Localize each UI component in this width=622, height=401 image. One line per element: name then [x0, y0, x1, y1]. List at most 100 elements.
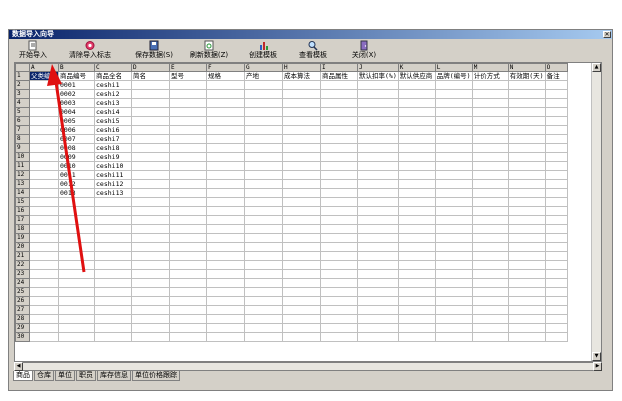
grid-cell[interactable] — [206, 233, 245, 243]
grid-cell[interactable] — [434, 278, 473, 288]
grid-cell[interactable] — [507, 188, 546, 198]
grid-cell[interactable] — [131, 161, 170, 171]
grid-cell[interactable] — [357, 134, 399, 144]
grid-cell[interactable] — [169, 116, 207, 126]
grid-cell[interactable] — [357, 224, 399, 234]
grid-cell[interactable] — [320, 125, 358, 135]
grid-cell[interactable] — [29, 224, 59, 234]
grid-cell[interactable] — [29, 305, 59, 315]
grid-cell[interactable] — [507, 314, 546, 324]
grid-cell[interactable] — [397, 233, 436, 243]
row-number[interactable]: 27 — [15, 305, 30, 315]
row-number[interactable]: 22 — [15, 260, 30, 270]
grid-cell[interactable]: 0003 — [58, 98, 95, 108]
grid-cell[interactable]: 默认供应商 — [397, 71, 436, 81]
toolbar-button-6[interactable]: 关闭(X) — [342, 39, 386, 61]
grid-cell[interactable] — [434, 80, 473, 90]
grid-cell[interactable] — [544, 80, 568, 90]
grid-cell[interactable] — [206, 143, 245, 153]
grid-cell[interactable] — [544, 170, 568, 180]
grid-cell[interactable] — [320, 233, 358, 243]
sheet-tab[interactable]: 商品 — [13, 371, 33, 381]
grid-cell[interactable] — [507, 260, 546, 270]
row-number[interactable]: 8 — [15, 134, 30, 144]
grid-cell[interactable]: ceshi7 — [94, 134, 132, 144]
grid-cell[interactable] — [206, 89, 245, 99]
grid-cell[interactable] — [94, 323, 132, 333]
grid-cell[interactable] — [544, 314, 568, 324]
grid-cell[interactable] — [131, 179, 170, 189]
grid-cell[interactable] — [94, 296, 132, 306]
grid-cell[interactable] — [282, 116, 321, 126]
grid-cell[interactable] — [357, 260, 399, 270]
grid-cell[interactable] — [58, 215, 95, 225]
grid-cell[interactable] — [206, 116, 245, 126]
grid-cell[interactable] — [206, 224, 245, 234]
grid-cell[interactable] — [131, 242, 170, 252]
grid-cell[interactable] — [434, 179, 473, 189]
grid-cell[interactable] — [397, 278, 436, 288]
grid-cell[interactable] — [282, 143, 321, 153]
grid-cell[interactable] — [131, 269, 170, 279]
grid-cell[interactable] — [471, 332, 509, 342]
grid-cell[interactable] — [471, 116, 509, 126]
grid-cell[interactable] — [244, 152, 283, 162]
grid-cell[interactable] — [244, 107, 283, 117]
grid-cell[interactable] — [244, 134, 283, 144]
grid-cell[interactable]: ceshi11 — [94, 170, 132, 180]
grid-cell[interactable] — [507, 134, 546, 144]
grid-cell[interactable] — [471, 197, 509, 207]
grid-cell[interactable] — [357, 296, 399, 306]
grid-cell[interactable] — [94, 260, 132, 270]
grid-cell[interactable] — [320, 278, 358, 288]
row-number[interactable]: 26 — [15, 296, 30, 306]
grid-cell[interactable] — [282, 251, 321, 261]
grid-cell[interactable] — [58, 206, 95, 216]
grid-cell[interactable] — [131, 332, 170, 342]
grid-cell[interactable] — [357, 179, 399, 189]
grid-cell[interactable] — [357, 107, 399, 117]
grid-cell[interactable] — [434, 332, 473, 342]
grid-cell[interactable] — [397, 98, 436, 108]
grid-cell[interactable] — [206, 206, 245, 216]
grid-cell[interactable]: 默认扣率(%) — [357, 71, 399, 81]
grid-cell[interactable] — [29, 323, 59, 333]
grid-cell[interactable] — [507, 215, 546, 225]
grid-cell[interactable]: 0011 — [58, 170, 95, 180]
grid-cell[interactable] — [206, 296, 245, 306]
grid-cell[interactable] — [131, 152, 170, 162]
grid-cell[interactable] — [544, 269, 568, 279]
grid-cell[interactable] — [397, 287, 436, 297]
grid-cell[interactable] — [131, 215, 170, 225]
grid-cell[interactable] — [434, 134, 473, 144]
grid-cell[interactable] — [94, 305, 132, 315]
sheet-tab[interactable]: 单位价格跟踪 — [132, 371, 180, 381]
grid-cell[interactable] — [320, 224, 358, 234]
grid-cell[interactable] — [29, 233, 59, 243]
row-number[interactable]: 13 — [15, 179, 30, 189]
grid-cell[interactable] — [471, 287, 509, 297]
grid-cell[interactable] — [357, 197, 399, 207]
grid-cell[interactable] — [544, 242, 568, 252]
toolbar-button-4[interactable]: 创建模板 — [243, 39, 283, 61]
grid-cell[interactable] — [131, 170, 170, 180]
grid-cell[interactable] — [357, 188, 399, 198]
grid-cell[interactable] — [131, 125, 170, 135]
grid-cell[interactable]: ceshi5 — [94, 116, 132, 126]
grid-cell[interactable] — [131, 305, 170, 315]
grid-cell[interactable] — [471, 89, 509, 99]
grid-cell[interactable] — [434, 197, 473, 207]
grid-cell[interactable]: ceshi13 — [94, 188, 132, 198]
grid-cell[interactable] — [169, 251, 207, 261]
grid-cell[interactable] — [169, 188, 207, 198]
grid-cell[interactable] — [544, 287, 568, 297]
grid-cell[interactable] — [206, 278, 245, 288]
grid-cell[interactable] — [282, 188, 321, 198]
grid-cell[interactable] — [29, 287, 59, 297]
grid-cell[interactable] — [206, 314, 245, 324]
grid-cell[interactable] — [471, 107, 509, 117]
row-number[interactable]: 6 — [15, 116, 30, 126]
grid-cell[interactable] — [169, 278, 207, 288]
grid-cell[interactable] — [29, 251, 59, 261]
grid-cell[interactable] — [282, 161, 321, 171]
